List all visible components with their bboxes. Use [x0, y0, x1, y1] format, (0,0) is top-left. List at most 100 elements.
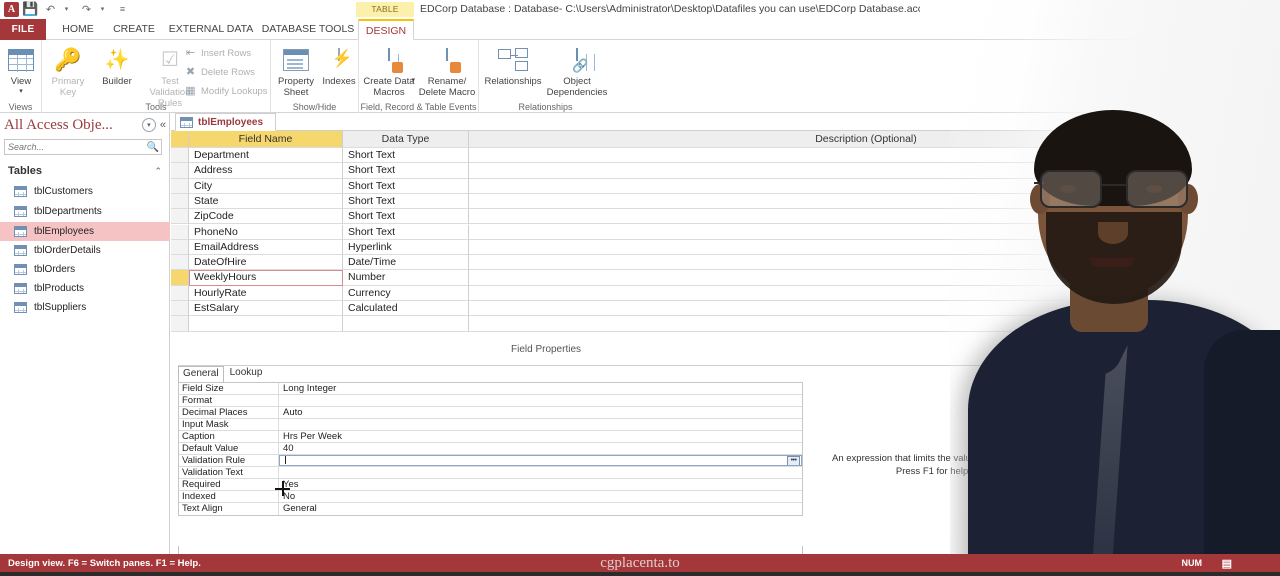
property-row-validation-rule[interactable]: Validation Rule ••• — [179, 455, 802, 467]
row-selector[interactable] — [171, 224, 189, 240]
table-row[interactable]: DateOfHire Date/Time — [171, 255, 1264, 271]
cell-field-name[interactable]: State — [189, 193, 343, 210]
document-tab-tblemployees[interactable]: tblEmployees — [175, 113, 277, 131]
cell-field-name-focused[interactable]: WeeklyHours — [189, 270, 343, 286]
tab-general[interactable]: General — [178, 366, 224, 382]
cell-data-type[interactable]: Date/Time — [343, 255, 469, 271]
restore-icon[interactable]: ❐ — [1224, 0, 1250, 18]
property-row-format[interactable]: Format — [179, 395, 802, 407]
cell-data-type[interactable]: Short Text — [343, 209, 469, 225]
create-data-macros-button[interactable]: Create Data Macros ▾ — [361, 44, 417, 98]
property-value[interactable]: Auto — [279, 407, 802, 418]
tab-external-data[interactable]: EXTERNAL DATA — [164, 19, 258, 40]
property-row-text-align[interactable]: Text Align General — [179, 503, 802, 515]
table-row[interactable]: ZipCode Short Text — [171, 209, 1264, 225]
cell-field-name[interactable]: Address — [189, 163, 343, 179]
property-sheet-button[interactable]: Property Sheet — [273, 44, 319, 98]
cell-description[interactable] — [469, 178, 1264, 194]
property-row-field-size[interactable]: Field Size Long Integer — [179, 383, 802, 395]
tab-lookup[interactable]: Lookup — [226, 366, 267, 382]
table-row-selected[interactable]: WeeklyHours Number — [171, 270, 1264, 286]
cell-data-type[interactable] — [343, 316, 469, 332]
cell-field-name[interactable]: City — [189, 178, 343, 194]
cell-description[interactable] — [469, 270, 1264, 286]
property-row-indexed[interactable]: Indexed No — [179, 491, 802, 503]
row-selector[interactable] — [171, 285, 189, 301]
modify-lookups-button[interactable]: ▦ Modify Lookups — [184, 85, 267, 97]
row-selector[interactable] — [171, 148, 189, 164]
indexes-button[interactable]: ⚡ Indexes — [319, 44, 359, 87]
sidebar-item-tblproducts[interactable]: tblProducts — [0, 279, 170, 298]
row-selector[interactable] — [171, 209, 189, 225]
table-row[interactable]: Department Short Text — [171, 148, 1264, 164]
tab-file[interactable]: FILE — [0, 19, 46, 40]
scroll-up-icon[interactable]: ▲ — [1265, 150, 1280, 164]
cell-description[interactable] — [469, 285, 1264, 301]
help-icon[interactable]: ? — [1172, 0, 1198, 18]
cell-field-name[interactable]: ZipCode — [189, 209, 343, 225]
row-selector[interactable] — [171, 193, 189, 210]
property-row-caption[interactable]: Caption Hrs Per Week — [179, 431, 802, 443]
cell-field-name[interactable]: EstSalary — [189, 301, 343, 317]
validation-rule-input[interactable]: ••• — [279, 455, 802, 466]
relationships-button[interactable]: Relationships — [481, 44, 545, 87]
cell-description[interactable] — [469, 239, 1264, 256]
collapse-ribbon-icon[interactable]: ▴ — [1265, 98, 1270, 109]
property-row-decimal-places[interactable]: Decimal Places Auto — [179, 407, 802, 419]
redo-icon[interactable]: ↷ — [78, 1, 95, 17]
close-document-icon[interactable]: ✕ — [1265, 114, 1274, 127]
cell-description[interactable] — [469, 163, 1264, 179]
sidebar-item-tblorderdetails[interactable]: tblOrderDetails — [0, 241, 170, 260]
property-row-input-mask[interactable]: Input Mask — [179, 419, 802, 431]
column-header-description[interactable]: Description (Optional) — [469, 131, 1264, 148]
cell-data-type[interactable]: Calculated — [343, 301, 469, 317]
row-selector-active[interactable] — [171, 270, 189, 286]
tab-database-tools[interactable]: DATABASE TOOLS — [258, 19, 358, 40]
row-selector[interactable] — [171, 301, 189, 317]
cell-data-type[interactable]: Short Text — [343, 224, 469, 240]
cell-data-type[interactable]: Currency — [343, 285, 469, 301]
cell-description[interactable] — [469, 316, 1264, 332]
cell-data-type[interactable]: Number — [343, 270, 469, 286]
sidebar-item-tblsuppliers[interactable]: tblSuppliers — [0, 298, 170, 317]
cell-field-name[interactable]: PhoneNo — [189, 224, 343, 240]
property-value[interactable] — [279, 467, 802, 478]
cell-description[interactable] — [469, 209, 1264, 225]
property-row-validation-text[interactable]: Validation Text — [179, 467, 802, 479]
view-button[interactable]: View ▾ — [0, 44, 47, 97]
cell-description[interactable] — [469, 255, 1264, 271]
row-selector[interactable] — [171, 239, 189, 256]
property-value[interactable]: General — [279, 503, 802, 515]
cell-data-type[interactable]: Short Text — [343, 163, 469, 179]
cell-data-type[interactable]: Short Text — [343, 148, 469, 164]
column-header-field-name[interactable]: Field Name — [189, 131, 343, 148]
cell-description[interactable] — [469, 301, 1264, 317]
save-icon[interactable]: 💾 — [22, 1, 39, 17]
rename-delete-macro-button[interactable]: Rename/ Delete Macro — [417, 44, 477, 98]
property-value[interactable]: 40 — [279, 443, 802, 454]
property-value[interactable] — [279, 395, 802, 406]
cell-field-name[interactable] — [189, 316, 343, 332]
close-icon[interactable]: ✕ — [1250, 0, 1276, 18]
row-selector[interactable] — [171, 316, 189, 332]
table-row[interactable]: EstSalary Calculated — [171, 301, 1264, 317]
table-row[interactable]: PhoneNo Short Text — [171, 224, 1264, 240]
row-selector[interactable] — [171, 178, 189, 194]
sidebar-item-tblemployees[interactable]: tblEmployees — [0, 222, 170, 241]
expression-builder-button[interactable]: ••• — [787, 456, 800, 465]
cell-field-name[interactable]: EmailAddress — [189, 239, 343, 256]
tab-design[interactable]: DESIGN — [358, 19, 414, 40]
table-row[interactable]: Address Short Text — [171, 163, 1264, 179]
delete-rows-button[interactable]: ✖ Delete Rows — [184, 66, 255, 78]
cell-field-name[interactable]: HourlyRate — [189, 285, 343, 301]
search-input[interactable] — [5, 142, 145, 152]
builder-button[interactable]: ✨ Builder — [94, 44, 140, 87]
property-value[interactable] — [279, 419, 802, 430]
table-row[interactable]: EmailAddress Hyperlink — [171, 239, 1264, 256]
table-row-empty[interactable] — [171, 316, 1264, 332]
customize-qat-icon[interactable]: ≡ — [114, 1, 131, 17]
nav-pane-dropdown-icon[interactable]: ▾ — [141, 118, 156, 132]
cell-field-name[interactable]: Department — [189, 148, 343, 164]
sidebar-item-tblorders[interactable]: tblOrders — [0, 260, 170, 279]
redo-dropdown-icon[interactable]: ▾ — [94, 1, 111, 17]
